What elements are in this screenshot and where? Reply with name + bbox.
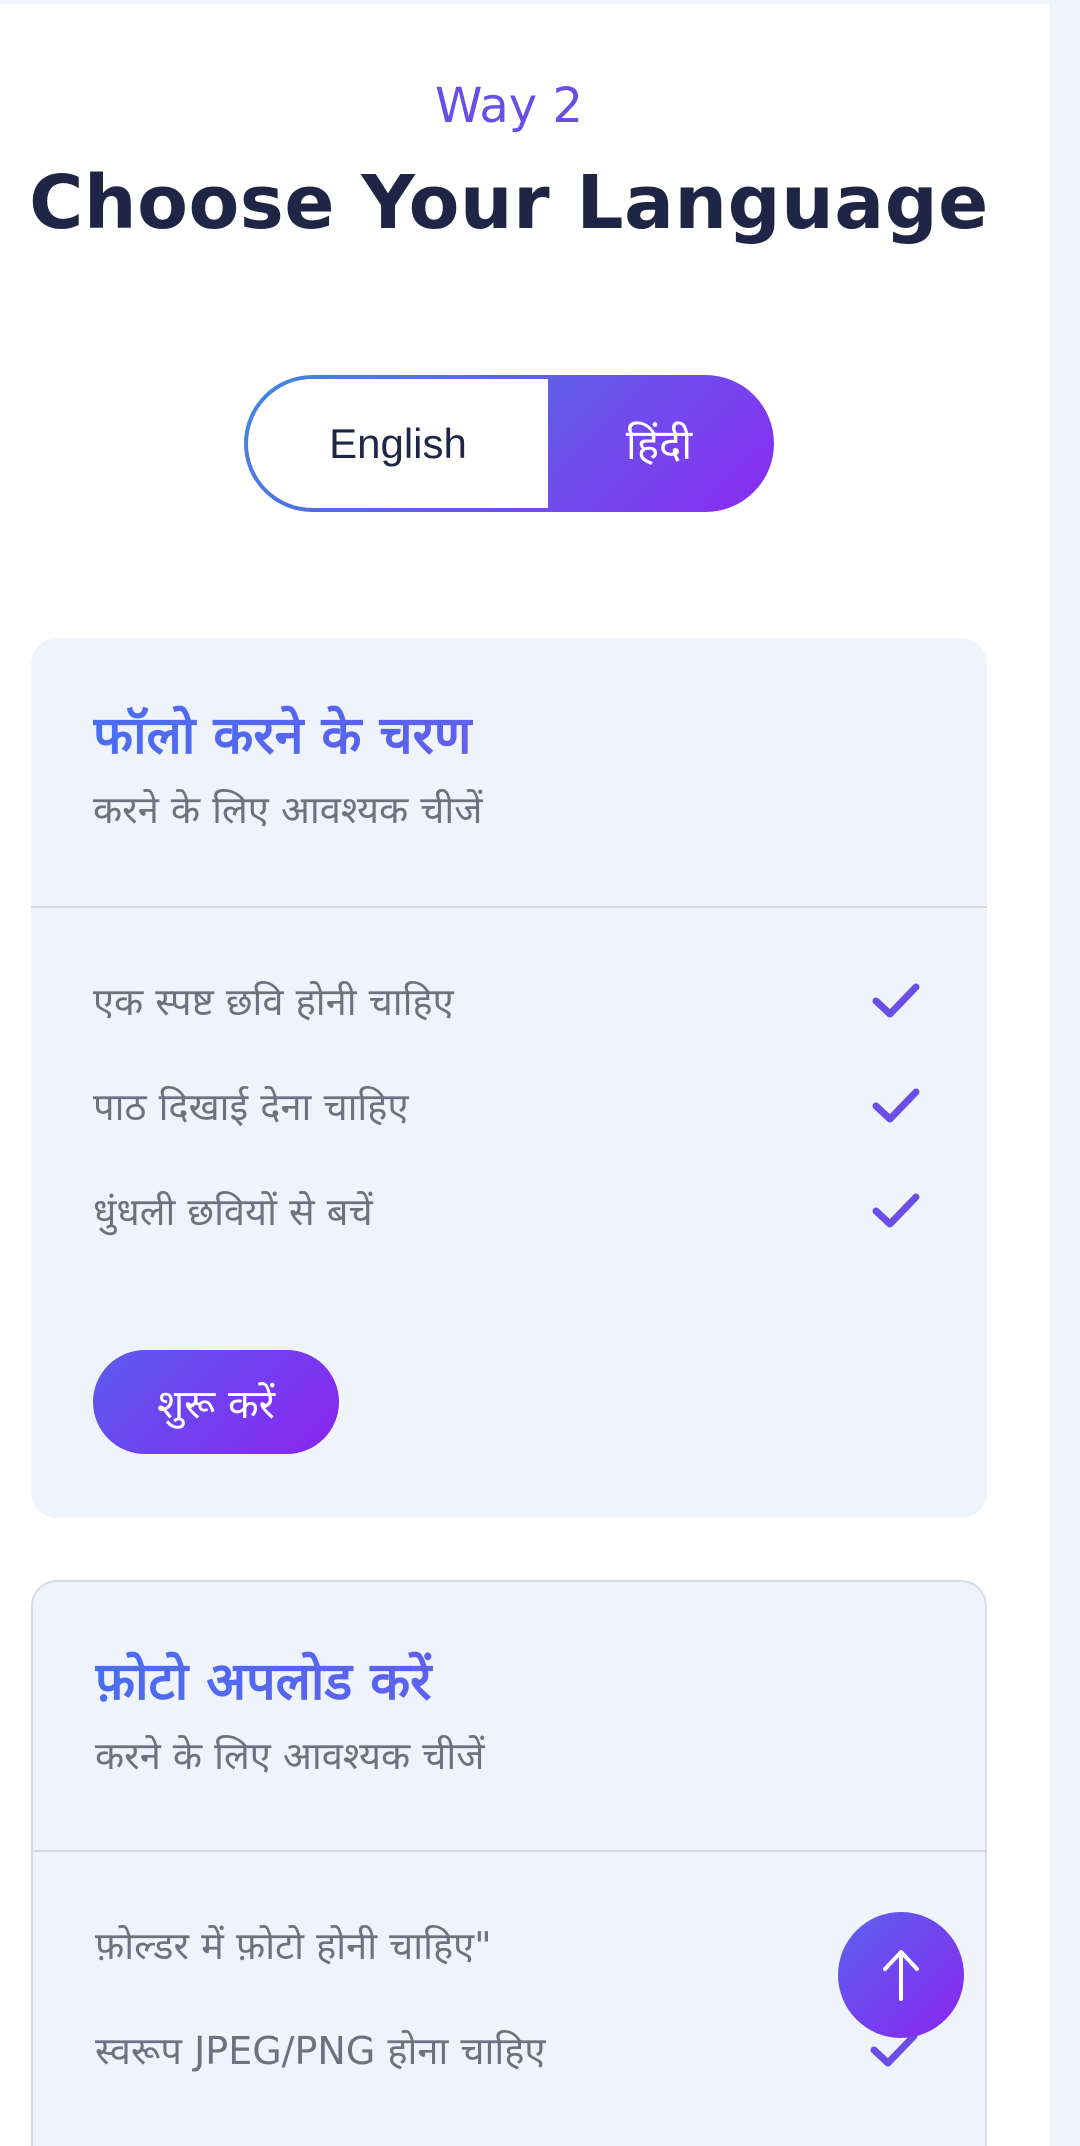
card-subtitle: करने के लिए आवश्यक चीजें	[95, 1734, 485, 1778]
card-title: फॉलो करने के चरण	[93, 698, 925, 769]
scroll-to-top-button[interactable]	[838, 1912, 964, 2038]
list-item: स्वरूप JPEG/PNG होना चाहिए	[95, 1997, 923, 2102]
card-subtitle: करने के लिए आवश्यक चीजें	[93, 788, 483, 832]
language-option-english[interactable]: English	[248, 379, 548, 508]
upload-photo-card: फ़ोटो अपलोड करें करने के लिए आवश्यक चीजे…	[31, 1580, 987, 2146]
card-header: फॉलो करने के चरण करने के लिए आवश्यक चीजे…	[31, 638, 987, 908]
check-icon	[872, 983, 920, 1017]
check-icon	[872, 1088, 920, 1122]
section-eyebrow: Way 2	[434, 78, 583, 134]
scrollbar-track[interactable]	[1050, 0, 1080, 2146]
list-item: पाठ दिखाई देना चाहिए	[93, 1053, 925, 1158]
list-item: धुंधली छवियों से बचें	[93, 1158, 925, 1263]
list-item: फ़ोल्डर में फ़ोटो होनी चाहिए"	[95, 1892, 923, 1997]
card-header: फ़ोटो अपलोड करें करने के लिए आवश्यक चीजे…	[33, 1582, 985, 1852]
arrow-up-icon	[883, 1950, 919, 2001]
list-item-text: धुंधली छवियों से बचें	[93, 1189, 373, 1234]
start-button[interactable]: शुरू करें	[93, 1350, 339, 1454]
list-item-text: एक स्पष्ट छवि होनी चाहिए	[93, 979, 454, 1024]
list-item-text: फ़ोल्डर में फ़ोटो होनी चाहिए"	[95, 1923, 492, 1968]
page-title: Choose Your Language	[29, 160, 989, 246]
steps-card: फॉलो करने के चरण करने के लिए आवश्यक चीजे…	[31, 638, 987, 1518]
card-title: फ़ोटो अपलोड करें	[95, 1644, 923, 1715]
list-item-text: स्वरूप JPEG/PNG होना चाहिए	[95, 2028, 546, 2073]
list-item: एक स्पष्ट छवि होनी चाहिए	[93, 948, 925, 1053]
requirements-list: एक स्पष्ट छवि होनी चाहिए पाठ दिखाई देना …	[31, 908, 987, 1263]
check-icon	[872, 1193, 920, 1227]
language-option-hindi[interactable]: हिंदी	[548, 379, 770, 508]
page: Way 2 Choose Your Language English हिंदी…	[0, 0, 1050, 2146]
language-toggle: English हिंदी	[244, 375, 774, 512]
list-item-text: पाठ दिखाई देना चाहिए	[93, 1084, 409, 1129]
